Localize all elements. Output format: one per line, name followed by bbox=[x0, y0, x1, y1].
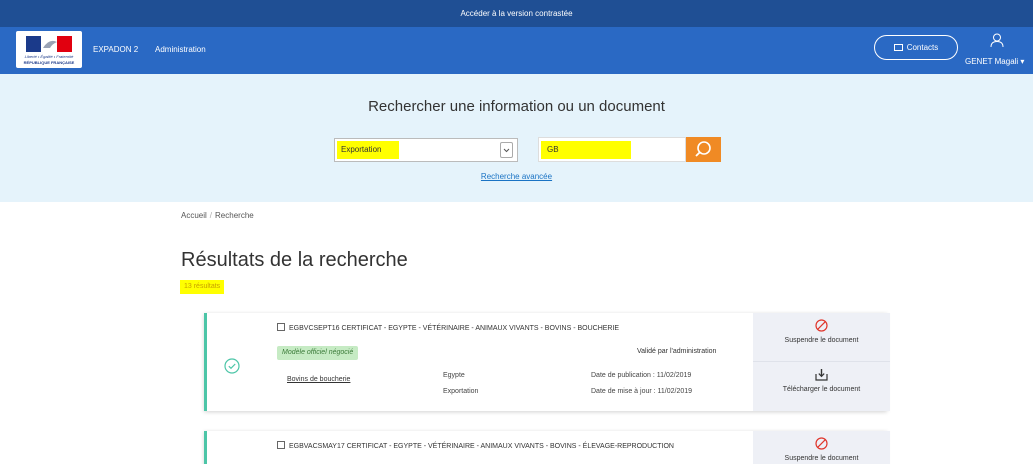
contacts-label: Contacts bbox=[906, 43, 939, 52]
publication-date: Date de publication : 11/02/2019 bbox=[591, 372, 692, 379]
flux-select-value: Exportation bbox=[337, 141, 399, 159]
external-link-icon bbox=[277, 441, 285, 449]
suspend-label: Suspendre le document bbox=[784, 455, 859, 462]
logo-motto: Liberté • Égalité • Fraternité bbox=[24, 54, 74, 59]
suspend-document-button[interactable]: Suspendre le document bbox=[753, 431, 890, 464]
logo-name: RÉPUBLIQUE FRANÇAISE bbox=[23, 60, 75, 65]
suspend-document-button[interactable]: Suspendre le document bbox=[753, 313, 890, 362]
category-link[interactable]: Bovins de boucherie bbox=[287, 376, 350, 383]
breadcrumb-home[interactable]: Accueil bbox=[181, 211, 207, 220]
prohibited-icon bbox=[815, 319, 828, 332]
results-count: 13 résultats bbox=[180, 280, 225, 294]
user-menu[interactable]: GENET Magali ▾ bbox=[965, 57, 1024, 66]
contacts-button[interactable]: Contacts bbox=[874, 35, 958, 60]
suspend-label: Suspendre le document bbox=[784, 337, 859, 344]
status-badge: Modèle officiel négocié bbox=[277, 346, 359, 360]
update-date: Date de mise à jour : 11/02/2019 bbox=[591, 388, 693, 395]
result-country: Egypte bbox=[443, 372, 465, 379]
result-title-link[interactable]: EGBVCSEPT16 CERTIFICAT - EGYPTE - VÉTÉRI… bbox=[277, 323, 619, 332]
search-title: Rechercher une information ou un documen… bbox=[368, 98, 665, 115]
contrast-version-link[interactable]: Accéder à la version contrastée bbox=[460, 9, 572, 18]
contrast-bar: Accéder à la version contrastée bbox=[0, 0, 1033, 27]
flux-select[interactable]: Exportation bbox=[334, 138, 518, 162]
breadcrumb: Accueil / Recherche bbox=[181, 211, 254, 220]
breadcrumb-current: Recherche bbox=[215, 211, 254, 220]
mail-icon bbox=[893, 44, 903, 51]
download-label: Télécharger le document bbox=[782, 386, 861, 393]
user-icon[interactable] bbox=[990, 33, 1004, 47]
page-title: Résultats de la recherche bbox=[181, 249, 408, 271]
site-header: Liberté • Égalité • Fraternité RÉPUBLIQU… bbox=[0, 27, 1033, 74]
result-card: EGBVCSEPT16 CERTIFICAT - EGYPTE - VÉTÉRI… bbox=[204, 313, 890, 411]
result-card: EGBVACSMAY17 CERTIFICAT - EGYPTE - VÉTÉR… bbox=[204, 431, 890, 464]
chevron-down-icon bbox=[500, 142, 513, 158]
search-input[interactable]: GB bbox=[538, 137, 686, 162]
download-document-button[interactable]: Télécharger le document bbox=[753, 362, 890, 411]
marianne-logo-icon bbox=[26, 36, 72, 52]
check-circle-icon bbox=[224, 358, 240, 374]
search-button[interactable] bbox=[686, 137, 721, 162]
republique-francaise-logo[interactable]: Liberté • Égalité • Fraternité RÉPUBLIQU… bbox=[16, 31, 82, 68]
result-title-link[interactable]: EGBVACSMAY17 CERTIFICAT - EGYPTE - VÉTÉR… bbox=[277, 441, 674, 450]
result-actions: Suspendre le document bbox=[753, 431, 890, 464]
search-icon bbox=[695, 141, 711, 157]
result-flux: Exportation bbox=[443, 388, 479, 395]
external-link-icon bbox=[277, 323, 285, 331]
nav-expadon[interactable]: EXPADON 2 bbox=[93, 45, 138, 54]
nav-administration[interactable]: Administration bbox=[155, 45, 206, 54]
search-input-value: GB bbox=[541, 141, 631, 159]
prohibited-icon bbox=[815, 437, 828, 450]
validation-status: Validé par l'administration bbox=[637, 348, 717, 355]
advanced-search-link[interactable]: Recherche avancée bbox=[0, 172, 1033, 181]
result-actions: Suspendre le document Télécharger le doc… bbox=[753, 313, 890, 411]
download-icon bbox=[815, 369, 828, 381]
